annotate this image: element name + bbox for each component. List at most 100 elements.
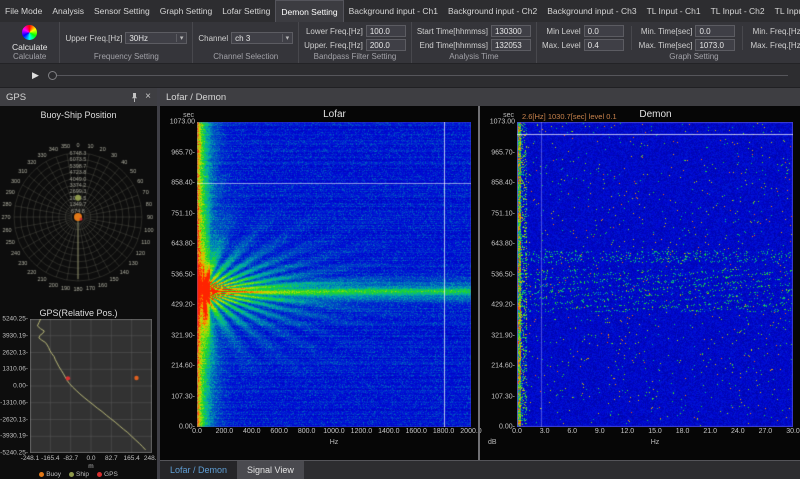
menu-item-background-input-ch3[interactable]: Background input - Ch3 xyxy=(542,0,641,22)
buoy-ship-polar-chart[interactable] xyxy=(1,120,155,306)
main-dock-panel: Lofar / Demon Lofar sec 1073.00 965.70- 85… xyxy=(160,88,800,479)
calculate-button[interactable]: Calculate xyxy=(5,24,54,52)
dropdown-channel[interactable]: ch 3 ▾ xyxy=(231,32,294,44)
gps-chart-x-unit: m xyxy=(88,463,94,470)
y-tick-label: 429.20- xyxy=(171,301,195,309)
menu-item-tl-input-ch2[interactable]: TL Input - Ch2 xyxy=(706,0,770,22)
ribbon-field-min-level: Min Level 0.0 xyxy=(542,25,624,37)
gps-relative-plot[interactable] xyxy=(30,319,152,453)
close-icon[interactable]: × xyxy=(145,92,151,102)
playback-bar: ▶ xyxy=(0,64,800,88)
dropdown-upper-freq-hz[interactable]: 30Hz ▾ xyxy=(125,32,188,44)
menu-item-tl-input-ch3[interactable]: TL Input - Ch3 xyxy=(770,0,800,22)
y-tick-label: 643.80- xyxy=(491,240,515,248)
menu-item-lofar-setting[interactable]: Lofar Setting xyxy=(217,0,275,22)
menu-item-tl-input-ch1[interactable]: TL Input - Ch1 xyxy=(642,0,706,22)
input-lower-freq-hz[interactable]: 100.0 xyxy=(365,25,406,37)
lofar-y-axis: 1073.00 965.70- 858.40- 751.10- 643.80- 536.5… xyxy=(162,119,196,431)
ribbon-group-label: Analysis Time xyxy=(449,52,499,61)
lofar-x-unit: Hz xyxy=(329,439,339,446)
y-tick-label: 965.70- xyxy=(491,149,515,156)
y-tick-label: 643.80- xyxy=(171,240,195,248)
menu-item-graph-setting[interactable]: Graph Setting xyxy=(155,0,217,22)
menu-item-file-mode[interactable]: File Mode xyxy=(0,0,47,22)
polar-chart-title: Buoy-Ship Position xyxy=(40,110,117,120)
field-value: 200.0 xyxy=(369,40,390,50)
bottom-tab-signal-view[interactable]: Signal View xyxy=(237,461,304,479)
ribbon-group-bandpass-filter-setting: Lower Freq.[Hz] 100.0 Upper. Freq.[Hz] 200.… xyxy=(299,22,412,63)
lofar-title: Lofar xyxy=(323,109,346,120)
ribbon-field-start-time-hhmmss: Start Time[hhmmss] 130300 xyxy=(417,25,531,37)
menu-item-demon-setting[interactable]: Demon Setting xyxy=(275,0,344,22)
x-tick-label: -165.4 xyxy=(41,455,60,462)
lofar-plot[interactable] xyxy=(197,122,471,427)
ribbon-group-label: Graph Setting xyxy=(669,52,719,61)
input-end-time-hhmmss[interactable]: 132053 xyxy=(490,39,531,51)
x-tick-label: 1400.0 xyxy=(378,428,400,435)
x-tick-label: 24.0 xyxy=(730,428,745,435)
document-tab-bar: Lofar / Demon Signal View xyxy=(160,461,800,479)
y-tick-label: -3930.19- xyxy=(0,432,28,440)
field-value: 0.4 xyxy=(587,40,599,50)
menu-item-sensor-setting[interactable]: Sensor Setting xyxy=(89,0,155,22)
input-start-time-hhmmss[interactable]: 130300 xyxy=(490,25,531,37)
y-tick-label: 321.90- xyxy=(491,332,515,339)
pin-icon[interactable] xyxy=(130,92,139,103)
y-tick-label: 965.70- xyxy=(171,149,195,156)
demon-y-axis: 1073.00 965.70- 858.40- 751.10- 643.80- 536.5… xyxy=(482,118,516,431)
ribbon-field-max-freq-hz: Max. Freq.[Hz]30.0 xyxy=(750,39,800,51)
x-tick-label: 600.0 xyxy=(270,428,288,435)
demon-cursor-readout: 2.6[Hz] 1030.7[sec] level 0.1 xyxy=(522,112,617,121)
field-value: 0.0 xyxy=(587,26,599,36)
ribbon-toolbar: Calculate Calculate Upper Freq.[Hz] 30Hz ▾ Fr… xyxy=(0,22,800,64)
legend-item-gps: GPS xyxy=(97,471,118,478)
field-value: 132053 xyxy=(494,40,522,50)
x-tick-label: 165.4 xyxy=(123,455,140,462)
demon-color-unit: dB xyxy=(488,439,497,446)
field-label: Lower Freq.[Hz] xyxy=(305,26,363,36)
x-tick-label: 21.0 xyxy=(703,428,717,435)
group-divider xyxy=(630,26,632,50)
legend-label: Buoy xyxy=(46,471,62,478)
x-tick-label: 1000.0 xyxy=(323,428,345,435)
input-min-level[interactable]: 0.0 xyxy=(583,25,624,37)
menu-item-background-input-ch1[interactable]: Background input - Ch1 xyxy=(344,0,443,22)
legend-dot xyxy=(39,472,45,477)
field-label: Max. Freq.[Hz] xyxy=(750,40,800,50)
legend-label: GPS xyxy=(104,471,118,478)
input-max-level[interactable]: 0.4 xyxy=(583,39,624,51)
y-tick-label: 1073.00 xyxy=(489,118,515,126)
playback-slider[interactable] xyxy=(47,70,792,81)
menu-item-background-input-ch2[interactable]: Background input - Ch2 xyxy=(443,0,542,22)
y-tick-label: 5240.25- xyxy=(2,315,28,323)
x-tick-label: 6.0 xyxy=(567,428,578,435)
group-divider xyxy=(742,26,744,50)
input-upper-freq-hz[interactable]: 200.0 xyxy=(365,39,406,51)
ribbon-field-end-time-hhmmss: End Time[hhmmss] 132053 xyxy=(417,39,531,51)
input-min-time-sec[interactable]: 0.0 xyxy=(695,25,736,37)
demon-chart: Demon sec 2.6[Hz] 1030.7[sec] level 0.1 … xyxy=(482,106,800,460)
field-value: 0.0 xyxy=(699,26,711,36)
x-tick-label: 1600.0 xyxy=(405,428,427,435)
gps-chart-y-axis: 5240.25- 3930.19- 2620.13- 1310.06- 0.00- -13… xyxy=(0,315,29,457)
demon-plot[interactable] xyxy=(517,122,793,427)
menu-item-analysis[interactable]: Analysis xyxy=(47,0,89,22)
x-tick-label: 0.0 xyxy=(192,428,202,435)
ribbon-field-upper-freq-hz: Upper Freq.[Hz] 30Hz ▾ xyxy=(65,32,188,44)
slider-thumb[interactable] xyxy=(47,71,57,80)
y-tick-label: 3930.19- xyxy=(2,332,28,340)
x-tick-label: -82.7 xyxy=(63,455,79,462)
x-tick-label: 1200.0 xyxy=(350,428,373,435)
input-max-time-sec[interactable]: 1073.0 xyxy=(695,39,736,51)
play-button[interactable]: ▶ xyxy=(32,70,39,81)
y-tick-label: 0.00- xyxy=(13,382,28,390)
main-panel-header: Lofar / Demon xyxy=(160,88,800,106)
gps-dock-panel: GPS × Buoy-Ship Position GPS(Relative Po… xyxy=(0,88,157,479)
y-tick-label: 858.40- xyxy=(491,179,515,187)
x-tick-label: 30.0 xyxy=(786,428,800,435)
ribbon-field-max-time-sec: Max. Time[sec] 1073.0 xyxy=(639,39,736,51)
x-tick-label: 248.1 xyxy=(143,455,157,462)
bottom-tab-lofar-demon[interactable]: Lofar / Demon xyxy=(160,461,238,479)
menu-bar: File Mode Analysis Sensor Setting Graph Set… xyxy=(0,0,800,22)
calculate-button-label: Calculate xyxy=(12,41,48,52)
